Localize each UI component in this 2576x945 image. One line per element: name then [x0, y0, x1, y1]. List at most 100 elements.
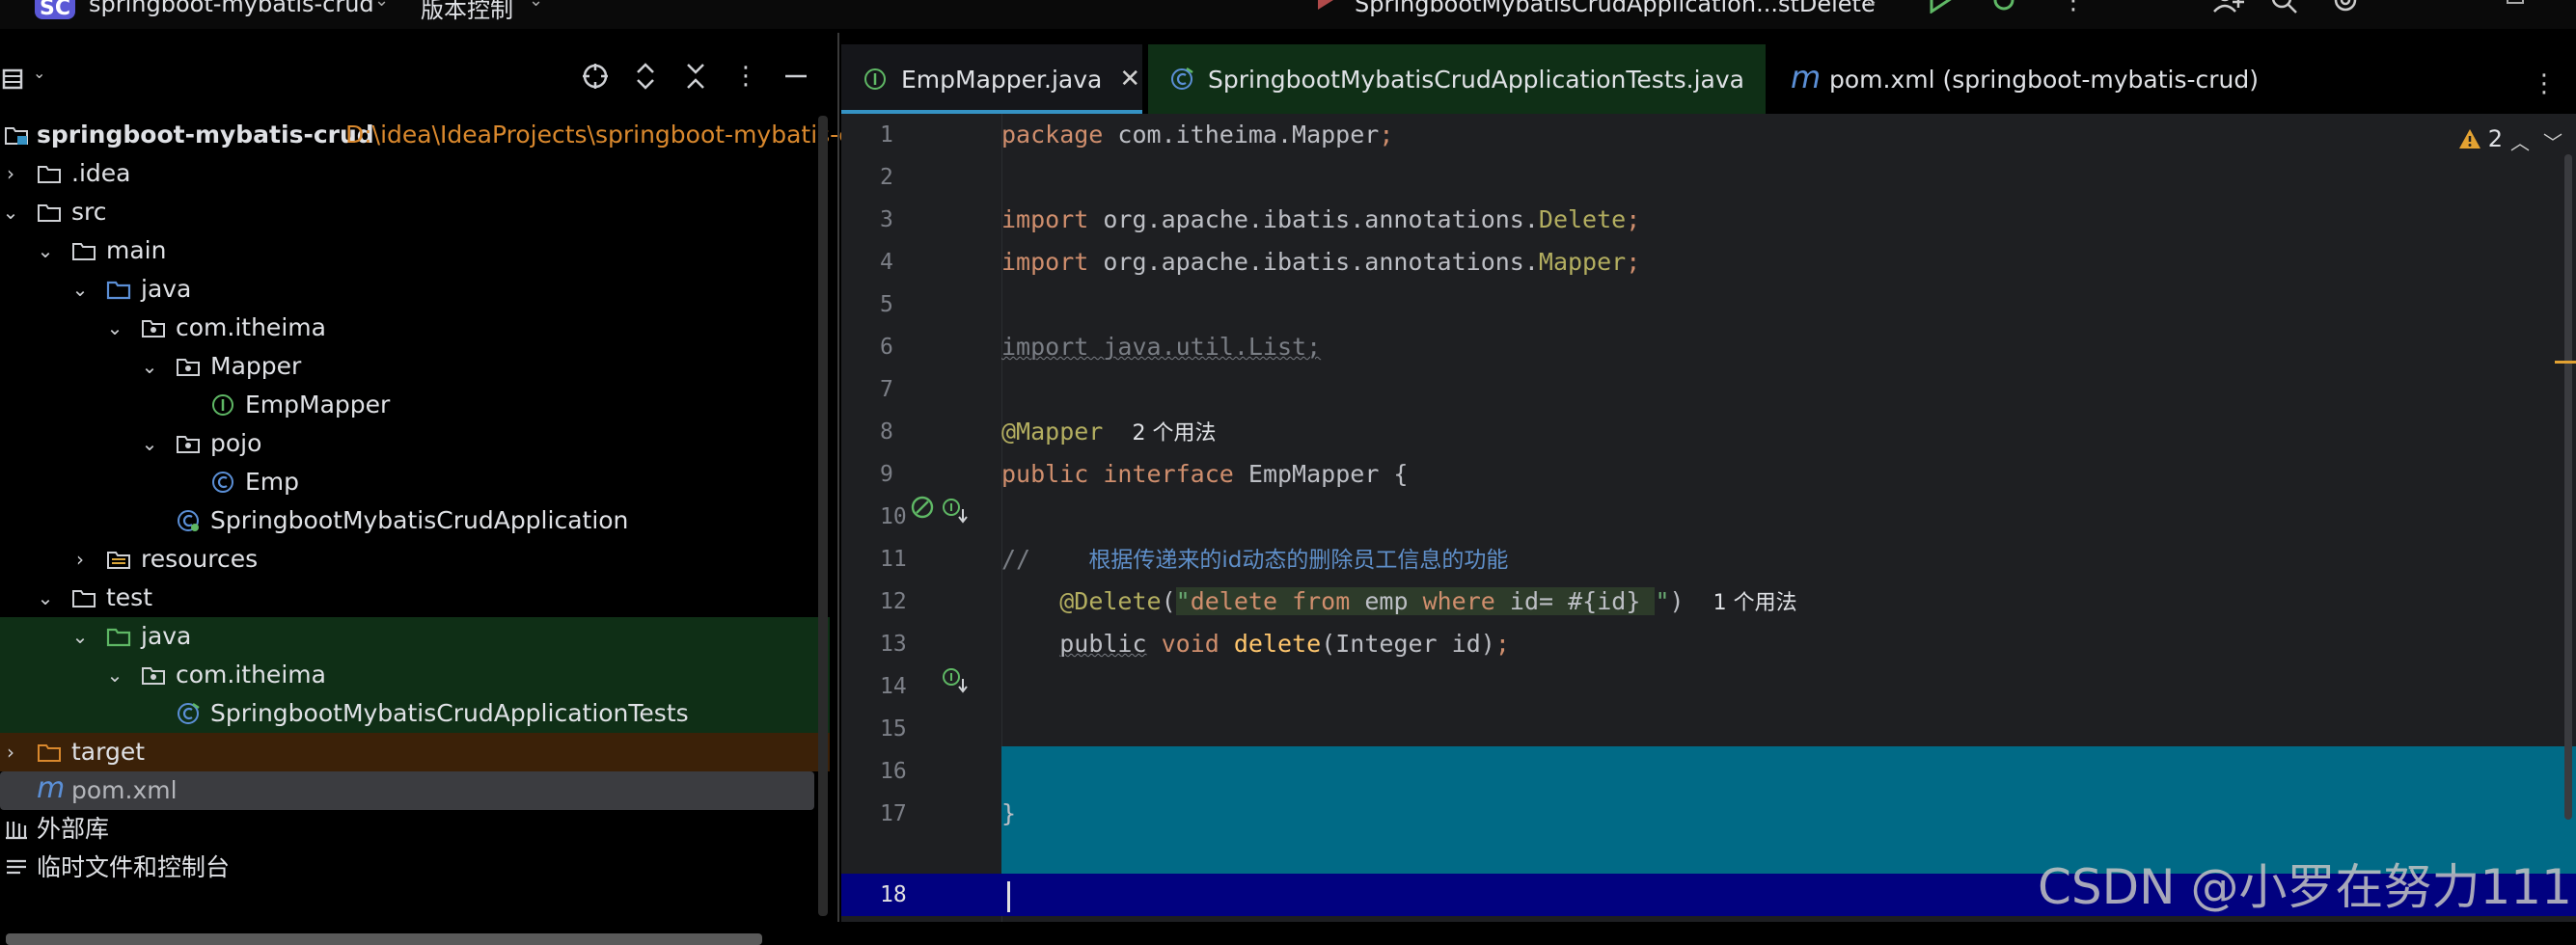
project-view-icon[interactable] [2, 68, 23, 91]
tree-item-pojo-package[interactable]: ⌄ pojo [0, 424, 830, 463]
project-vertical-scrollbar[interactable] [818, 116, 828, 916]
implementation-icon[interactable] [942, 498, 971, 525]
collapse-all-icon[interactable] [679, 60, 712, 93]
line-number: 17 [880, 801, 907, 826]
module-folder-icon [5, 127, 28, 145]
add-user-icon[interactable] [2211, 0, 2246, 15]
package-icon [177, 436, 200, 453]
chevron-down-icon[interactable]: ⌄ [1864, 0, 1878, 11]
gear-icon[interactable] [2329, 0, 2362, 15]
line-number: 12 [880, 589, 907, 614]
text-caret [1007, 881, 1010, 912]
spring-bean-icon[interactable] [909, 494, 938, 523]
tree-item-resources[interactable]: › resources [0, 540, 830, 579]
source-folder-icon [106, 281, 131, 300]
tree-item-java[interactable]: ⌄ java [0, 270, 830, 309]
project-tree: springboot-mybatis-crud D:\idea\IdeaProj… [0, 116, 852, 887]
pane-splitter[interactable] [837, 33, 839, 922]
chevron-down-icon[interactable]: ﹀ [2543, 127, 2562, 155]
inspection-widget[interactable]: 2 [2457, 125, 2503, 152]
tree-item-pom[interactable]: m pom.xml [0, 771, 814, 810]
chevron-down-icon[interactable]: ⌄ [33, 64, 45, 82]
tab-options-icon[interactable]: ⋮ [2532, 69, 2557, 98]
tree-item-idea[interactable]: › .idea [0, 154, 830, 193]
chevron-down-icon[interactable]: ⌄ [139, 347, 160, 386]
tree-item-external-libraries[interactable]: 外部库 [0, 810, 830, 849]
tree-item-tests-class[interactable]: SpringbootMybatisCrudApplicationTests [0, 694, 830, 733]
tree-item-root[interactable]: springboot-mybatis-crud D:\idea\IdeaProj… [0, 116, 852, 154]
tree-item-test-java[interactable]: ⌄ java [0, 617, 830, 656]
project-name[interactable]: springboot-mybatis-crud [89, 0, 374, 17]
run-icon[interactable] [1926, 0, 1953, 14]
tree-item-label: resources [141, 545, 259, 573]
tab-empmapper[interactable]: EmpMapper.java ✕ [841, 44, 1142, 114]
tree-item-label: SpringbootMybatisCrudApplication [210, 506, 629, 534]
tree-item-test-package[interactable]: ⌄ com.itheima [0, 656, 830, 694]
more-icon[interactable]: ⋮ [2061, 0, 2086, 15]
tree-item-label: test [106, 583, 153, 611]
editor-gutter[interactable]: 1 2 3 4 5 6 7 8 9 10 11 12 13 14 15 16 1… [841, 114, 1002, 922]
warning-stripe-marker[interactable] [2555, 361, 2576, 364]
line-number: 9 [880, 462, 893, 487]
chevron-down-icon[interactable]: ⌄ [35, 579, 56, 617]
search-icon[interactable] [2269, 0, 2300, 15]
tree-item-emp[interactable]: Emp [0, 463, 830, 501]
folder-icon [72, 243, 96, 260]
line-number: 5 [880, 292, 893, 317]
line-number: 7 [880, 377, 893, 402]
chevron-right-icon[interactable]: › [69, 540, 91, 579]
debug-icon[interactable] [1989, 0, 2018, 15]
tree-item-label: EmpMapper [245, 391, 391, 418]
chevron-down-icon[interactable]: ⌄ [0, 193, 21, 231]
folder-icon [38, 166, 61, 183]
tree-item-src[interactable]: ⌄ src [0, 193, 830, 231]
vcs-menu[interactable]: 版本控制 [421, 0, 513, 24]
expand-all-icon[interactable] [629, 60, 662, 93]
tree-item-mapper-package[interactable]: ⌄ Mapper [0, 347, 830, 386]
tree-item-label: Emp [245, 468, 300, 496]
chevron-down-icon[interactable]: ⌄ [104, 656, 125, 694]
code-line-17: } [1001, 799, 1017, 827]
project-badge[interactable]: SC [35, 0, 75, 20]
chevron-down-icon[interactable]: ⌄ [529, 0, 543, 11]
run-configuration[interactable]: SpringbootMybatisCrudApplication...stDel… [1355, 0, 1876, 17]
line-number: 18 [880, 882, 907, 907]
tree-item-scratches[interactable]: 临时文件和控制台 [0, 849, 830, 887]
class-icon [212, 472, 233, 493]
code-line-4: import org.apache.ibatis.annotations.Map… [1001, 248, 1641, 276]
spring-class-icon [178, 510, 199, 531]
chevron-down-icon[interactable]: ⌄ [69, 270, 91, 309]
tree-item-target[interactable]: › target [0, 733, 830, 771]
project-horizontal-scrollbar[interactable] [6, 933, 762, 945]
tree-item-package[interactable]: ⌄ com.itheima [0, 309, 830, 347]
tree-item-test[interactable]: ⌄ test [0, 579, 830, 617]
chevron-right-icon[interactable]: › [0, 154, 21, 193]
tree-item-label: pojo [210, 429, 262, 457]
options-icon[interactable]: ⋮ [729, 60, 762, 93]
tree-item-label: .idea [71, 159, 131, 187]
tree-item-empmapper[interactable]: EmpMapper [0, 386, 830, 424]
locate-icon[interactable] [579, 60, 612, 93]
chevron-right-icon[interactable]: › [0, 733, 21, 771]
tab-pom[interactable]: m pom.xml (springboot-mybatis-crud) [1771, 44, 2259, 114]
tree-item-main[interactable]: ⌄ main [0, 231, 830, 270]
chevron-down-icon[interactable]: ⌄ [104, 309, 125, 347]
hide-icon[interactable] [780, 60, 812, 93]
window-restore-icon[interactable] [2507, 0, 2524, 4]
chevron-down-icon[interactable]: ⌄ [374, 0, 389, 11]
tree-item-application[interactable]: SpringbootMybatisCrudApplication [0, 501, 830, 540]
maven-icon: m [37, 771, 66, 805]
code-line-3: import org.apache.ibatis.annotations.Del… [1001, 205, 1641, 233]
chevron-down-icon[interactable]: ⌄ [69, 617, 91, 656]
chevron-down-icon[interactable]: ⌄ [35, 231, 56, 270]
tree-item-label: com.itheima [176, 661, 326, 688]
tab-application-tests[interactable]: SpringbootMybatisCrudApplicationTests.ja… [1148, 44, 1766, 114]
code-area[interactable]: package com.itheima.Mapper; import org.a… [1001, 114, 2576, 922]
chevron-up-icon[interactable]: ︿ [2510, 127, 2530, 155]
usages-hint[interactable]: 1 个用法 [1713, 591, 1797, 615]
editor-vertical-scrollbar[interactable] [2564, 154, 2572, 820]
close-icon[interactable]: ✕ [1119, 65, 1140, 94]
implementation-icon[interactable] [942, 667, 971, 694]
usages-hint[interactable]: 2 个用法 [1132, 421, 1216, 446]
chevron-down-icon[interactable]: ⌄ [139, 424, 160, 463]
